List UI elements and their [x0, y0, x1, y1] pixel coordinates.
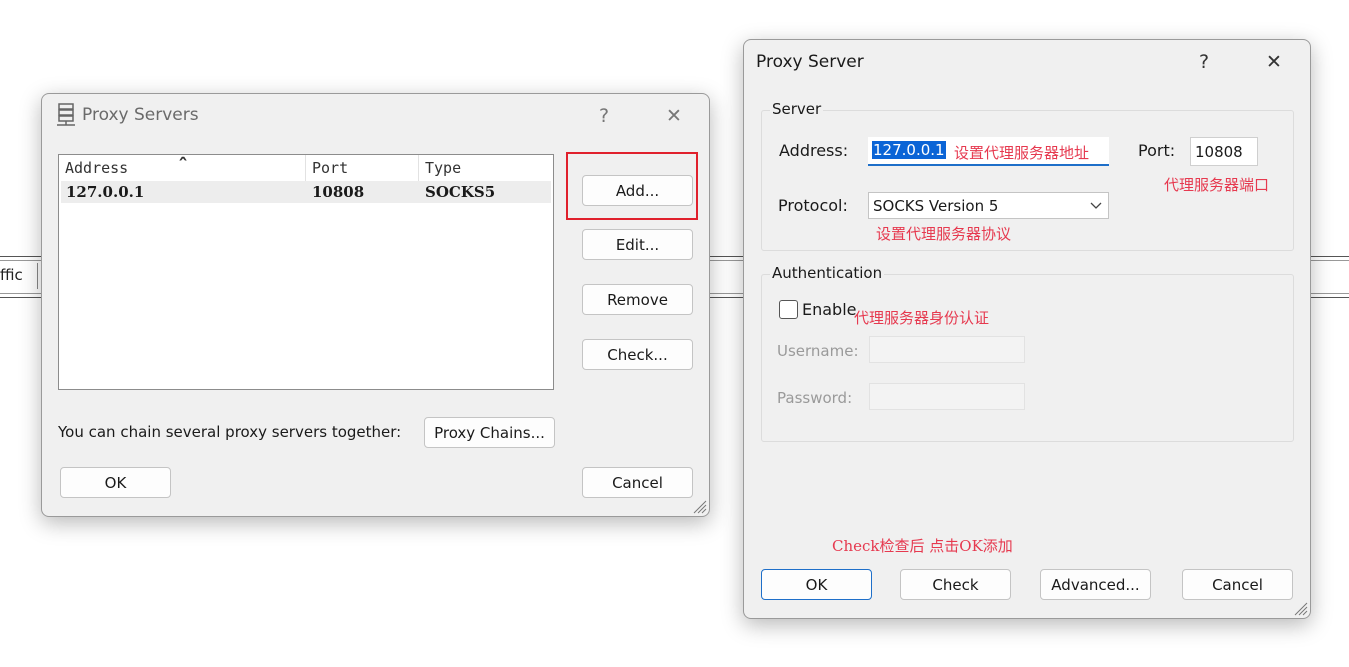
- address-label: Address:: [779, 141, 849, 160]
- background-separator: [37, 263, 38, 289]
- address-input[interactable]: 127.0.0.1 设置代理服务器地址: [868, 137, 1109, 166]
- background-partial-text: ffic: [0, 266, 23, 284]
- enable-label[interactable]: Enable: [802, 300, 857, 319]
- port-input[interactable]: 10808: [1190, 137, 1258, 166]
- enable-annotation: 代理服务器身份认证: [854, 309, 990, 327]
- check-button[interactable]: Check: [900, 569, 1011, 600]
- sort-ascending-icon: ˆ: [177, 154, 190, 178]
- port-annotation: 代理服务器端口: [1164, 176, 1270, 194]
- help-button[interactable]: ?: [584, 102, 624, 130]
- remove-button[interactable]: Remove: [582, 284, 693, 315]
- protocol-label: Protocol:: [778, 196, 848, 215]
- protocol-select[interactable]: SOCKS Version 5: [868, 192, 1109, 219]
- chevron-down-icon: [1090, 197, 1102, 217]
- close-icon[interactable]: ✕: [654, 102, 694, 130]
- protocol-annotation: 设置代理服务器协议: [876, 225, 1012, 243]
- cancel-button[interactable]: Cancel: [582, 467, 693, 498]
- ok-button[interactable]: OK: [761, 569, 872, 600]
- help-button[interactable]: ?: [1184, 48, 1224, 76]
- proxy-server-dialog: Proxy Server ? ✕ Server Address: 127.0.0…: [743, 39, 1311, 619]
- proxy-servers-titlebar: Proxy Servers ? ✕: [42, 94, 709, 136]
- edit-button[interactable]: Edit...: [582, 229, 693, 260]
- proxy-servers-title: Proxy Servers: [82, 105, 199, 125]
- advanced-button[interactable]: Advanced...: [1040, 569, 1151, 600]
- cancel-button[interactable]: Cancel: [1182, 569, 1293, 600]
- proxy-list[interactable]: Address ˆ Port Type 127.0.0.1 10808 SOCK…: [58, 154, 554, 390]
- enable-checkbox[interactable]: [779, 300, 798, 319]
- table-row[interactable]: 127.0.0.1 10808 SOCKS5: [61, 181, 551, 203]
- port-label: Port:: [1138, 141, 1176, 160]
- username-input[interactable]: [869, 336, 1025, 363]
- proxy-server-titlebar: Proxy Server ? ✕: [744, 40, 1310, 82]
- check-button[interactable]: Check...: [582, 339, 693, 370]
- address-annotation: 设置代理服务器地址: [954, 144, 1090, 162]
- column-header-address[interactable]: Address ˆ: [59, 154, 305, 181]
- resize-grip-icon[interactable]: [1292, 600, 1308, 616]
- proxy-list-header: Address ˆ Port Type: [59, 154, 553, 181]
- row-port: 10808: [312, 183, 365, 201]
- row-address: 127.0.0.1: [66, 183, 145, 201]
- add-button[interactable]: Add...: [582, 175, 693, 206]
- address-value: 127.0.0.1: [872, 141, 946, 159]
- ok-button[interactable]: OK: [60, 467, 171, 498]
- column-header-type[interactable]: Type: [418, 155, 553, 181]
- resize-grip-icon[interactable]: [691, 498, 707, 514]
- username-label: Username:: [777, 342, 859, 360]
- proxy-server-title: Proxy Server: [756, 52, 864, 72]
- proxy-chains-button[interactable]: Proxy Chains...: [424, 417, 555, 448]
- authentication-group-label: Authentication: [770, 264, 885, 282]
- proxy-servers-dialog: Proxy Servers ? ✕ Address ˆ Port Type 12…: [41, 93, 710, 517]
- close-icon[interactable]: ✕: [1254, 48, 1294, 76]
- row-type: SOCKS5: [425, 183, 496, 201]
- column-header-port[interactable]: Port: [305, 155, 418, 181]
- password-label: Password:: [777, 389, 853, 407]
- chain-description: You can chain several proxy servers toge…: [58, 423, 402, 441]
- password-input[interactable]: [869, 383, 1025, 410]
- footer-annotation: Check检查后 点击OK添加: [832, 537, 1013, 555]
- server-rack-icon: [55, 103, 77, 127]
- server-group-label: Server: [770, 100, 824, 118]
